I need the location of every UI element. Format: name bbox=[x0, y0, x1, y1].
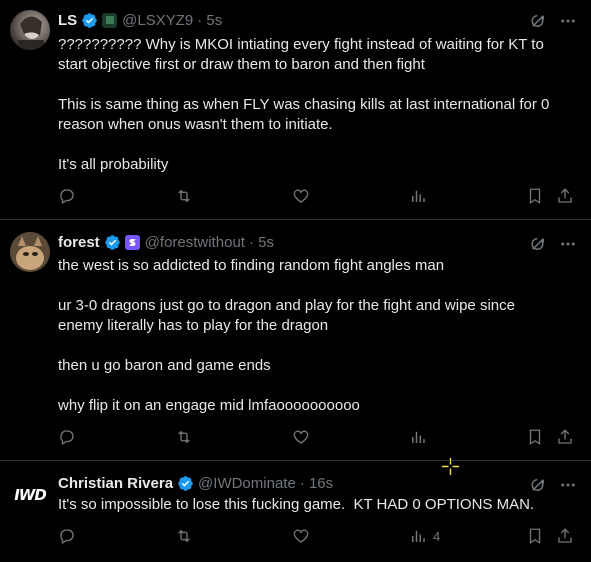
avatar[interactable]: IWD bbox=[10, 475, 50, 515]
grok-icon[interactable] bbox=[529, 235, 547, 253]
affiliate-badge[interactable] bbox=[102, 12, 118, 28]
tweet-actions bbox=[58, 187, 588, 209]
avatar-image bbox=[10, 232, 50, 272]
tweet-actions bbox=[58, 428, 588, 450]
tweet-top-actions bbox=[529, 476, 577, 494]
share-icon bbox=[558, 429, 572, 444]
tweet[interactable]: forest @forestwithout · 5s the west is s… bbox=[0, 220, 591, 461]
bookmark-button[interactable] bbox=[526, 428, 544, 446]
like-icon bbox=[293, 430, 309, 444]
retweet-icon bbox=[178, 430, 190, 444]
bookmark-icon bbox=[529, 188, 541, 205]
retweet-icon bbox=[178, 189, 190, 203]
tweet[interactable]: LS @LSXYZ9 · 5s ?????????? Why is MKOI i… bbox=[0, 0, 591, 220]
tweet-line: ?????????? Why is MKOI intiating every f… bbox=[58, 36, 544, 73]
verified-icon bbox=[104, 234, 120, 250]
retweet-button[interactable] bbox=[175, 187, 193, 205]
bookmark-icon bbox=[529, 429, 541, 446]
like-icon bbox=[293, 189, 309, 203]
bookmark-button[interactable] bbox=[526, 527, 544, 545]
affiliate-logo-icon bbox=[129, 238, 136, 246]
tweet-header: forest @forestwithout · 5s bbox=[58, 232, 274, 252]
views-icon bbox=[412, 431, 425, 443]
share-button[interactable] bbox=[556, 428, 574, 446]
like-button[interactable] bbox=[292, 527, 310, 545]
tweet-line: ur 3-0 dragons just go to dragon and pla… bbox=[58, 297, 515, 334]
avatar-logo: IWD bbox=[14, 486, 47, 504]
bookmark-button[interactable] bbox=[526, 187, 544, 205]
tweet-line: This is same thing as when FLY was chasi… bbox=[58, 96, 550, 133]
more-icon[interactable] bbox=[559, 12, 577, 30]
views-button[interactable] bbox=[409, 428, 433, 446]
display-name[interactable]: LS bbox=[58, 12, 77, 29]
avatar-image bbox=[18, 16, 44, 50]
views-icon bbox=[412, 190, 425, 202]
crosshair-cursor-icon bbox=[442, 458, 459, 475]
bookmark-icon bbox=[529, 528, 541, 545]
like-icon bbox=[293, 529, 309, 543]
tweet-line: why flip it on an engage mid lmfaooooooo… bbox=[58, 397, 360, 414]
reply-button[interactable] bbox=[58, 527, 76, 545]
tweet-text: the west is so addicted to finding rando… bbox=[58, 256, 563, 416]
tweet-line: then u go baron and game ends bbox=[58, 357, 271, 374]
views-count: 4 bbox=[433, 528, 441, 544]
tweet-text: ?????????? Why is MKOI intiating every f… bbox=[58, 35, 563, 175]
verified-icon bbox=[178, 475, 193, 491]
tweet-header: LS @LSXYZ9 · 5s bbox=[58, 10, 222, 30]
handle[interactable]: @IWDominate bbox=[198, 475, 296, 492]
avatar[interactable] bbox=[10, 232, 50, 272]
more-icon[interactable] bbox=[559, 235, 577, 253]
views-icon bbox=[412, 530, 425, 542]
tweet-line: the west is so addicted to finding rando… bbox=[58, 257, 445, 274]
timestamp[interactable]: · 5s bbox=[249, 234, 274, 251]
tweet-line: It's all probability bbox=[58, 156, 169, 173]
timestamp[interactable]: · 5s bbox=[197, 12, 222, 29]
tweet-header: Christian Rivera @IWDominate · 16s bbox=[58, 473, 333, 493]
reply-icon bbox=[60, 189, 74, 204]
like-button[interactable] bbox=[292, 187, 310, 205]
grok-icon[interactable] bbox=[529, 12, 547, 30]
handle[interactable]: @LSXYZ9 bbox=[122, 12, 193, 29]
tweet[interactable]: IWD Christian Rivera @IWDominate · 16s I… bbox=[0, 461, 591, 562]
retweet-button[interactable] bbox=[175, 527, 193, 545]
display-name[interactable]: Christian Rivera bbox=[58, 475, 173, 492]
tweet-text: It's so impossible to lose this fucking … bbox=[58, 495, 563, 515]
reply-icon bbox=[60, 430, 74, 445]
timestamp[interactable]: · 16s bbox=[300, 475, 333, 492]
share-icon bbox=[558, 188, 572, 203]
tweet-line: It's so impossible to lose this fucking … bbox=[58, 496, 535, 513]
affiliate-badge[interactable] bbox=[124, 234, 140, 250]
more-icon[interactable] bbox=[559, 476, 577, 494]
reply-button[interactable] bbox=[58, 187, 76, 205]
avatar[interactable] bbox=[10, 10, 50, 50]
tweet-actions: 4 bbox=[58, 527, 588, 549]
share-button[interactable] bbox=[556, 527, 574, 545]
share-button[interactable] bbox=[556, 187, 574, 205]
reply-button[interactable] bbox=[58, 428, 76, 446]
views-button[interactable] bbox=[409, 187, 433, 205]
verified-icon bbox=[82, 12, 97, 28]
tweet-top-actions bbox=[529, 12, 577, 30]
reply-icon bbox=[60, 529, 74, 544]
display-name[interactable]: forest bbox=[58, 234, 100, 251]
tweet-top-actions bbox=[529, 235, 577, 253]
share-icon bbox=[558, 528, 572, 543]
retweet-button[interactable] bbox=[175, 428, 193, 446]
retweet-icon bbox=[178, 529, 190, 543]
grok-icon[interactable] bbox=[529, 476, 547, 494]
views-button[interactable]: 4 bbox=[409, 527, 440, 545]
handle[interactable]: @forestwithout bbox=[145, 234, 245, 251]
like-button[interactable] bbox=[292, 428, 310, 446]
